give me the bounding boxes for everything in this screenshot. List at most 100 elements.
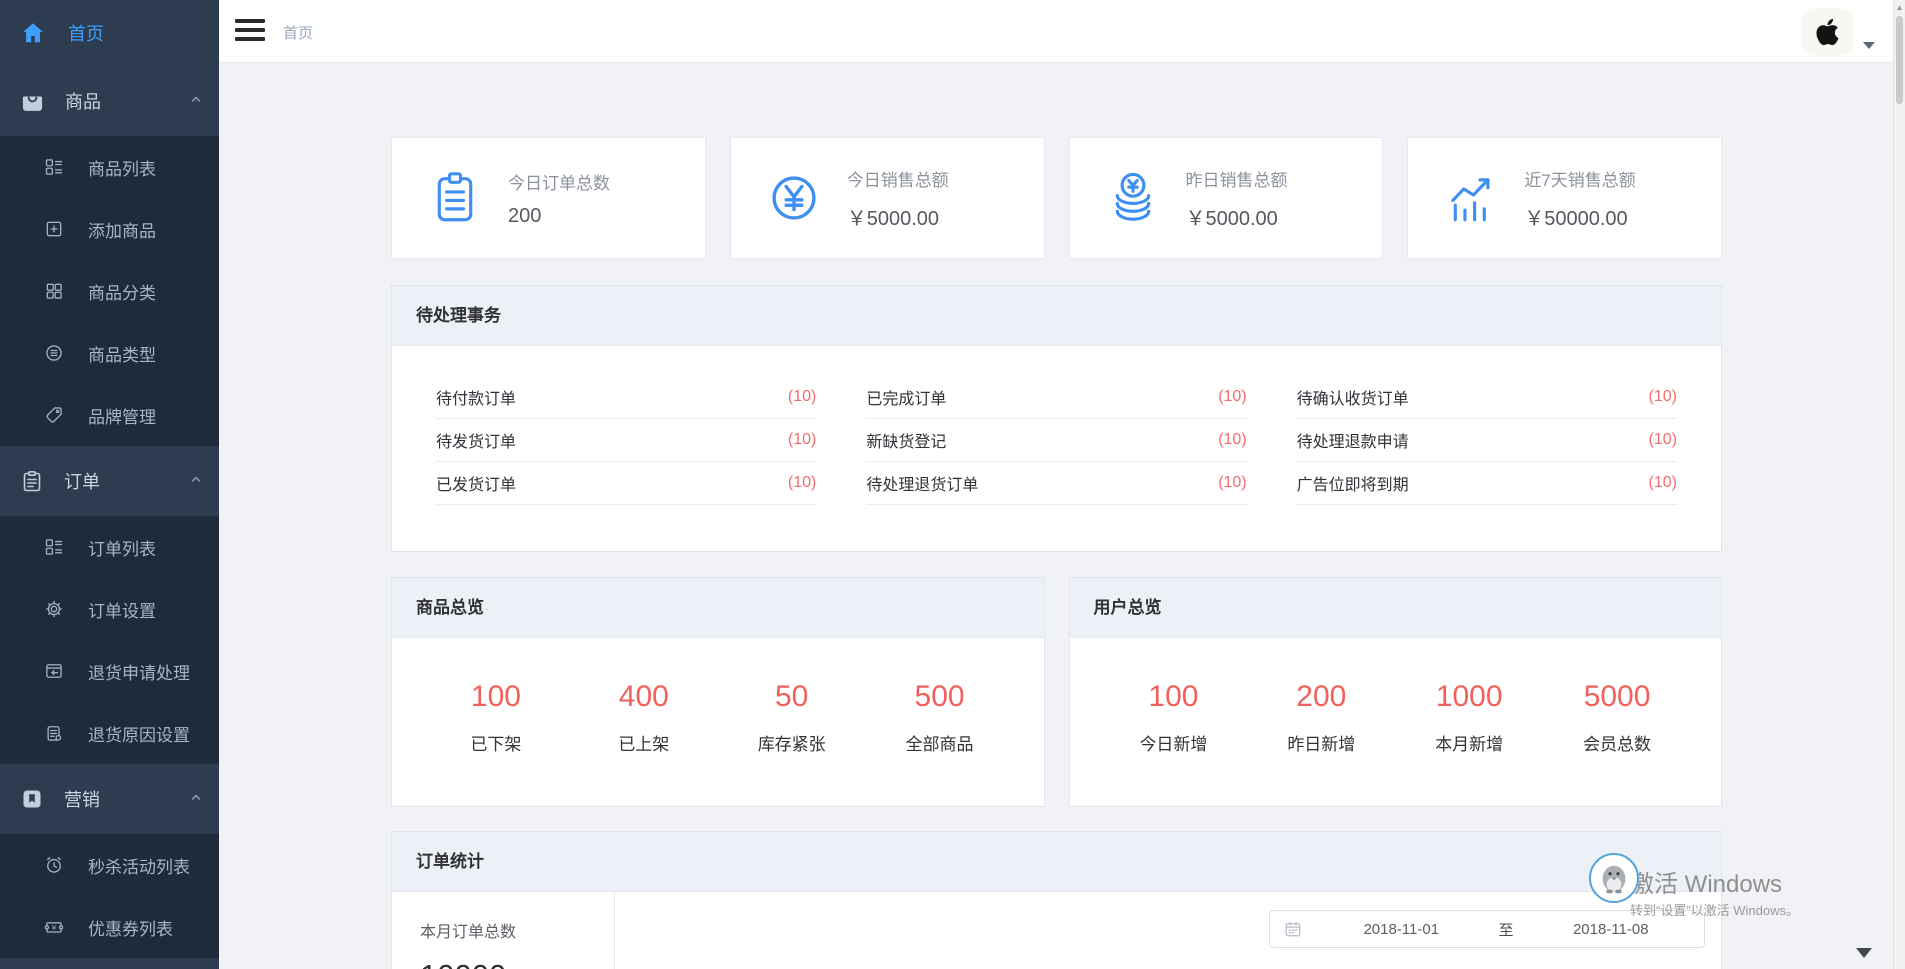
avatar[interactable] xyxy=(1802,9,1852,55)
topbar: 首页 xyxy=(219,0,1893,63)
sidebar-item-product-type[interactable]: 商品类型 xyxy=(0,322,219,384)
order-stats-title: 订单统计 xyxy=(392,832,1721,892)
stat-card-label: 今日销售总额 xyxy=(847,166,949,191)
todo-item-refund-request[interactable]: 待处理退款申请(10) xyxy=(1297,419,1677,462)
stat-new-today[interactable]: 100 今日新增 xyxy=(1128,680,1218,755)
stat-card-value: ￥5000.00 xyxy=(1186,202,1288,231)
hamburger-menu-icon[interactable] xyxy=(235,19,265,43)
breadcrumb[interactable]: 首页 xyxy=(283,22,313,43)
order-clipboard-icon xyxy=(20,469,44,493)
todo-item-shipped-orders[interactable]: 已发货订单(10) xyxy=(436,462,816,505)
sidebar-item-return-request[interactable]: 退货申请处理 xyxy=(0,640,219,702)
todo-item-completed-orders[interactable]: 已完成订单(10) xyxy=(866,376,1246,419)
todo-item-ad-expiring[interactable]: 广告位即将到期 (10) xyxy=(1297,462,1677,505)
todo-count: (10) xyxy=(1649,474,1677,492)
product-overview-stats: 100已下架 400已上架 50 库存紧张 500全部商品 xyxy=(392,680,1044,755)
todo-label: 广告位即将到期 xyxy=(1297,471,1409,495)
date-end-input[interactable]: 2018-11-08 xyxy=(1518,921,1705,938)
sidebar-item-product-category[interactable]: 商品分类 xyxy=(0,260,219,322)
todo-item-return-orders[interactable]: 待处理退货订单(10) xyxy=(866,462,1246,505)
return-reason-icon xyxy=(44,723,64,743)
product-overview-panel: 商品总览 100已下架 400已上架 50库存紧张 500全部商品 xyxy=(391,577,1045,807)
sidebar-item-home[interactable]: 首页 xyxy=(0,0,219,66)
todo-label: 待付款订单 xyxy=(436,385,516,409)
stat-on-shelf[interactable]: 400已上架 xyxy=(599,680,689,755)
stat-low-stock[interactable]: 50 库存紧张 xyxy=(747,680,837,755)
sidebar-section-products[interactable]: 商品 xyxy=(0,66,219,136)
sidebar-section-marketing[interactable]: 营销 xyxy=(0,764,219,834)
shopping-bag-icon xyxy=(20,89,45,114)
sidebar-item-flash-sale-list[interactable]: 秒杀活动列表 xyxy=(0,834,219,896)
sidebar-section-label: 营销 xyxy=(64,786,189,812)
svg-text:¥: ¥ xyxy=(52,923,57,932)
stat-cards-row: 今日订单总数 200 今日销售总额 ￥5000.00 xyxy=(391,137,1722,259)
return-request-icon xyxy=(44,661,64,681)
windows-activation-watermark-line1: 激活 Windows xyxy=(1630,864,1782,899)
stat-label: 库存紧张 xyxy=(747,730,837,755)
stat-value: 100 xyxy=(1128,680,1218,714)
scrollbar-thumb[interactable] xyxy=(1896,16,1903,104)
sidebar-item-label: 商品列表 xyxy=(88,155,156,180)
yen-circle-icon xyxy=(765,169,823,227)
stat-all-products[interactable]: 500全部商品 xyxy=(895,680,985,755)
product-type-icon xyxy=(44,343,64,363)
sidebar-section-orders[interactable]: 订单 xyxy=(0,446,219,516)
stat-card-week-sales: 近7天销售总额 ￥50000.00 xyxy=(1407,137,1722,259)
todo-count: (10) xyxy=(1218,474,1246,492)
stat-total-members[interactable]: 5000会员总数 xyxy=(1572,680,1662,755)
stat-off-shelf[interactable]: 100已下架 xyxy=(451,680,541,755)
overview-row: 商品总览 100已下架 400已上架 50库存紧张 500全部商品 用户总览 1… xyxy=(391,577,1722,807)
stat-label: 今日新增 xyxy=(1128,730,1218,755)
stat-label: 已下架 xyxy=(451,730,541,755)
coin-stack-icon xyxy=(1104,169,1162,227)
todo-item-pending-shipment[interactable]: 待发货订单(10) xyxy=(436,419,816,462)
stat-new-month[interactable]: 1000本月新增 xyxy=(1424,680,1514,755)
todo-panel-title: 待处理事务 xyxy=(392,286,1721,346)
add-product-icon xyxy=(44,219,64,239)
sidebar-item-brand-management[interactable]: 品牌管理 xyxy=(0,384,219,446)
order-count-icon xyxy=(426,169,484,227)
stat-label: 全部商品 xyxy=(895,730,985,755)
vertical-scrollbar[interactable]: ▲ xyxy=(1893,0,1905,969)
chevron-up-icon xyxy=(189,472,203,491)
sidebar-item-label: 订单列表 xyxy=(88,535,156,560)
sidebar-item-return-reason[interactable]: 退货原因设置 xyxy=(0,702,219,764)
sidebar-item-label: 优惠券列表 xyxy=(88,915,173,940)
sidebar-item-label: 秒杀活动列表 xyxy=(88,853,190,878)
main-content: 今日订单总数 200 今日销售总额 ￥5000.00 xyxy=(219,62,1893,969)
stat-card-value: 200 xyxy=(508,205,610,228)
stat-card-today-orders: 今日订单总数 200 xyxy=(391,137,706,259)
sidebar-item-label: 商品分类 xyxy=(88,279,156,304)
scroll-down-caret-icon[interactable] xyxy=(1856,948,1872,958)
sidebar-item-label: 添加商品 xyxy=(88,217,156,242)
sidebar-home-label: 首页 xyxy=(68,20,104,46)
todo-count: (10) xyxy=(788,431,816,449)
avatar-dropdown-caret-icon[interactable] xyxy=(1863,42,1875,49)
stat-card-value: ￥50000.00 xyxy=(1524,202,1635,231)
stat-value: 50 xyxy=(747,680,837,714)
todo-item-out-of-stock[interactable]: 新缺货登记(10) xyxy=(866,419,1246,462)
metric-label: 本月订单总数 xyxy=(420,918,614,942)
sidebar-item-add-product[interactable]: 添加商品 xyxy=(0,198,219,260)
todo-count: (10) xyxy=(1218,388,1246,406)
sidebar-item-coupon-list[interactable]: ¥ 优惠券列表 xyxy=(0,896,219,958)
stat-label: 昨日新增 xyxy=(1276,730,1366,755)
marketing-bookmark-icon xyxy=(20,787,44,811)
sidebar-item-order-settings[interactable]: 订单设置 xyxy=(0,578,219,640)
metric-value: 10000 xyxy=(420,958,614,969)
todo-item-confirm-receipt[interactable]: 待确认收货订单(10) xyxy=(1297,376,1677,419)
sidebar-item-order-list[interactable]: 订单列表 xyxy=(0,516,219,578)
sidebar-item-label: 商品类型 xyxy=(88,341,156,366)
brand-tag-icon xyxy=(44,405,64,425)
scrollbar-up-arrow-icon[interactable]: ▲ xyxy=(1894,3,1905,12)
stat-new-yesterday[interactable]: 200昨日新增 xyxy=(1276,680,1366,755)
sidebar-item-label: 退货原因设置 xyxy=(88,721,190,746)
chevron-up-icon xyxy=(189,92,203,111)
todo-item-pending-payment[interactable]: 待付款订单(10) xyxy=(436,376,816,419)
qq-penguin-icon[interactable] xyxy=(1589,853,1639,903)
category-grid-icon xyxy=(44,281,64,301)
sidebar-item-product-list[interactable]: 商品列表 xyxy=(0,136,219,198)
todo-count: (10) xyxy=(1649,431,1677,449)
date-start-input[interactable]: 2018-11-01 xyxy=(1308,921,1495,938)
calendar-icon xyxy=(1284,920,1302,938)
